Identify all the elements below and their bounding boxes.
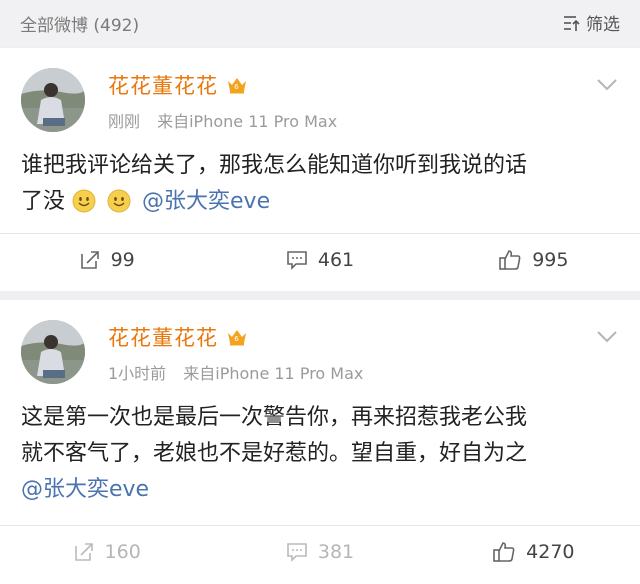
- mention-link[interactable]: @张大奕eve: [142, 189, 270, 214]
- comment-button[interactable]: 381: [213, 528, 426, 576]
- post-text: 谁把我评论给关了，那我怎么能知道你听到我说的话 了没 @张大奕eve: [21, 148, 620, 220]
- post-time: 1小时前: [108, 364, 167, 383]
- post-time: 刚刚: [108, 112, 141, 131]
- post-source: 来自iPhone 11 Pro Max: [157, 112, 338, 131]
- smile-emoji-icon: [107, 189, 131, 213]
- post-text-line: 了没 @张大奕eve: [21, 184, 620, 220]
- weibo-post: 花花董花花 6 刚刚 来自iPhone 11 Pro Max 谁把我评论给关了，…: [0, 48, 640, 291]
- comment-icon: [287, 543, 307, 562]
- repost-count: 99: [110, 249, 135, 271]
- author-name-row: 花花董花花 6: [108, 70, 248, 100]
- author-name-row: 花花董花花 6: [108, 322, 248, 352]
- vip-crown-icon: 6: [228, 78, 246, 94]
- svg-text:6: 6: [234, 335, 239, 343]
- chevron-down-icon[interactable]: [596, 78, 618, 92]
- top-bar: 全部微博 (492) 筛选: [0, 0, 640, 46]
- like-button[interactable]: 995: [427, 236, 640, 284]
- post-actions: 160 381 4270: [0, 528, 640, 576]
- vip-crown-icon: 6: [228, 330, 246, 346]
- svg-text:6: 6: [234, 83, 239, 91]
- smile-emoji-icon: [72, 189, 96, 213]
- repost-button[interactable]: 99: [0, 236, 213, 284]
- post-meta: 刚刚 来自iPhone 11 Pro Max: [108, 108, 337, 132]
- avatar[interactable]: [21, 68, 85, 132]
- like-button[interactable]: 4270: [427, 528, 640, 576]
- post-text-line: 这是第一次也是最后一次警告你，再来招惹我老公我: [21, 405, 528, 430]
- post-text-line: @张大奕eve: [21, 472, 620, 508]
- weibo-post: 花花董花花 6 1小时前 来自iPhone 11 Pro Max 这是第一次也是…: [0, 300, 640, 584]
- post-text: 这是第一次也是最后一次警告你，再来招惹我老公我 就不客气了，老娘也不是好惹的。望…: [21, 400, 620, 508]
- feed-count-title: 全部微博 (492): [20, 16, 140, 36]
- comment-button[interactable]: 461: [213, 236, 426, 284]
- like-count: 995: [532, 249, 569, 271]
- comment-count: 461: [317, 249, 355, 271]
- like-count: 4270: [526, 541, 575, 563]
- filter-icon: [564, 15, 580, 31]
- repost-icon: [74, 543, 93, 561]
- post-actions: 99 461 995: [0, 236, 640, 284]
- post-meta: 1小时前 来自iPhone 11 Pro Max: [108, 360, 363, 384]
- avatar[interactable]: [21, 320, 85, 384]
- repost-icon: [80, 251, 99, 269]
- chevron-down-icon[interactable]: [596, 330, 618, 344]
- divider: [0, 233, 640, 234]
- author-name[interactable]: 花花董花花: [108, 70, 218, 100]
- post-text-fragment: 了没: [21, 189, 66, 214]
- comment-count: 381: [317, 541, 355, 563]
- post-text-line: 就不客气了，老娘也不是好惹的。望自重，好自为之: [21, 441, 528, 466]
- comment-icon: [287, 251, 307, 270]
- author-name[interactable]: 花花董花花: [108, 322, 218, 352]
- repost-count: 160: [104, 541, 141, 563]
- filter-button[interactable]: 筛选: [562, 10, 620, 35]
- post-source: 来自iPhone 11 Pro Max: [183, 364, 364, 383]
- thumbs-up-icon: [499, 250, 521, 270]
- post-text-line: 谁把我评论给关了，那我怎么能知道你听到我说的话: [21, 153, 528, 178]
- repost-button[interactable]: 160: [0, 528, 213, 576]
- filter-label: 筛选: [586, 15, 620, 35]
- thumbs-up-icon: [493, 542, 515, 562]
- mention-link[interactable]: @张大奕eve: [21, 477, 149, 502]
- divider: [0, 525, 640, 526]
